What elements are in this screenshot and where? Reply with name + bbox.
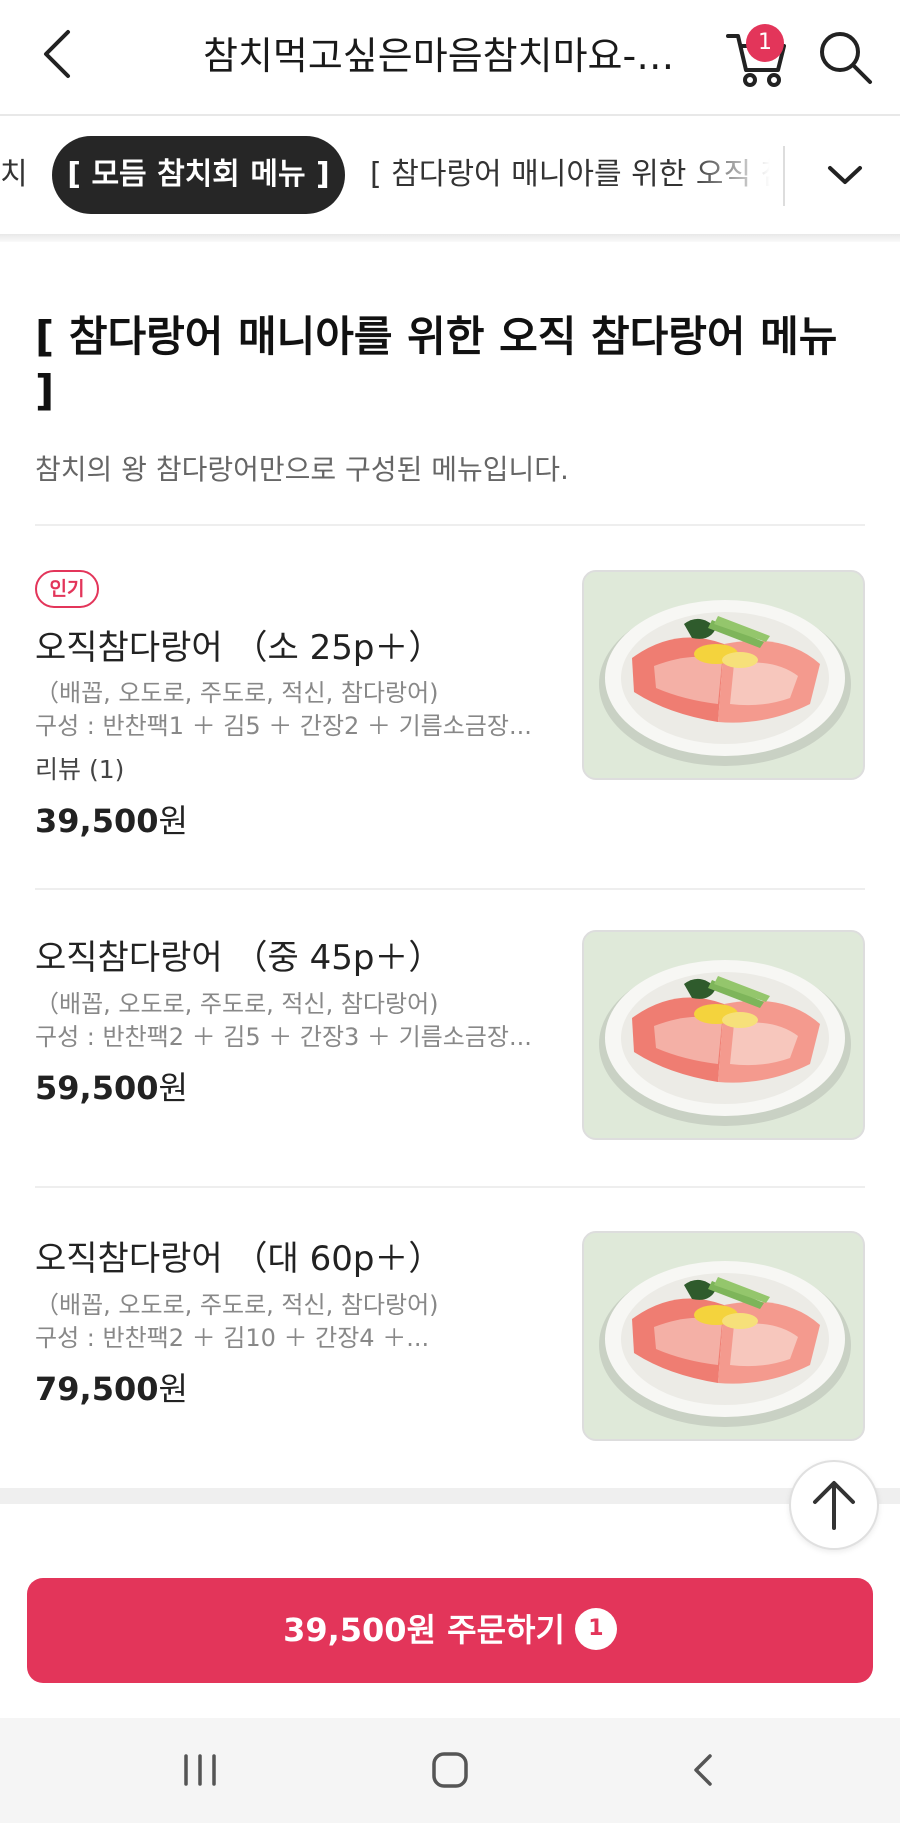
category-tab-bar: 치 [ 모듬 참치회 메뉴 ] [ 참다랑어 매니아를 위한 오직 참다랑어 메… xyxy=(0,118,900,236)
section-divider xyxy=(35,524,865,526)
menu-item[interactable]: 인기 오직참다랑어 （소 25p＋） （배꼽, 오도로, 주도로, 적신, 참다… xyxy=(0,570,900,870)
search-button[interactable] xyxy=(812,24,878,90)
menu-item-composition: 구성 : 반찬팩2 ＋ 김5 ＋ 간장3 ＋ 기름소금장... xyxy=(35,1023,532,1051)
system-navigation-bar xyxy=(0,1718,900,1823)
menu-item-price: 39,500원 xyxy=(35,796,188,842)
menu-item-name: 오직참다랑어 （소 25p＋） xyxy=(35,628,443,668)
menu-item-name: 오직참다랑어 （중 45p＋） xyxy=(35,938,443,978)
item-divider xyxy=(35,888,865,890)
order-count-badge: 1 xyxy=(574,1608,617,1650)
price-unit: 원 xyxy=(158,1069,188,1107)
recents-button[interactable] xyxy=(180,1748,220,1792)
menu-item-photo xyxy=(582,930,865,1140)
order-button-label: 39,500원 주문하기 xyxy=(283,1611,565,1649)
price-amount: 59,500 xyxy=(35,1069,159,1107)
search-icon xyxy=(820,32,872,84)
tab-bar-shadow xyxy=(0,234,900,242)
price-amount: 79,500 xyxy=(35,1370,159,1408)
tab-prev-category[interactable]: 치 xyxy=(0,136,28,214)
top-app-bar: 참치먹고싶은마음참치마요-오... 1 xyxy=(0,0,900,116)
price-unit: 원 xyxy=(158,1370,188,1408)
arrow-up-icon xyxy=(813,1481,855,1530)
recents-icon xyxy=(184,1754,216,1786)
price-unit: 원 xyxy=(158,802,188,840)
menu-item-price: 59,500원 xyxy=(35,1063,188,1109)
menu-item-composition: 구성 : 반찬팩1 ＋ 김5 ＋ 간장2 ＋ 기름소금장... xyxy=(35,712,532,740)
menu-item-price: 79,500원 xyxy=(35,1364,188,1410)
menu-item-parts: （배꼽, 오도로, 주도로, 적신, 참다랑어) xyxy=(35,990,439,1018)
chevron-left-icon xyxy=(44,30,70,78)
menu-item-review-count: 리뷰 (1) xyxy=(35,755,125,784)
section-title: [ 참다랑어 매니아를 위한 오직 참다랑어 메뉴 ] xyxy=(35,312,838,415)
tab-divider xyxy=(783,146,785,206)
menu-item-photo xyxy=(582,570,865,780)
order-button-content: 39,500원 주문하기 1 xyxy=(27,1578,873,1683)
order-button[interactable]: 39,500원 주문하기 1 xyxy=(27,1578,873,1683)
back-button[interactable] xyxy=(28,22,92,86)
tab-assorted-tuna[interactable]: [ 모듬 참치회 메뉴 ] xyxy=(52,136,345,214)
menu-item-parts: （배꼽, 오도로, 주도로, 적신, 참다랑어) xyxy=(35,679,439,707)
tuna-sashimi-plate-image xyxy=(584,572,863,778)
tuna-sashimi-plate-image xyxy=(584,1233,863,1439)
menu-item-name: 오직참다랑어 （대 60p＋） xyxy=(35,1239,443,1279)
expand-categories-button[interactable] xyxy=(812,142,878,208)
menu-item[interactable]: 오직참다랑어 （대 60p＋） （배꼽, 오도로, 주도로, 적신, 참다랑어)… xyxy=(0,1231,900,1481)
scroll-to-top-button[interactable] xyxy=(789,1460,879,1550)
price-amount: 39,500 xyxy=(35,802,159,840)
back-icon xyxy=(694,1754,712,1786)
store-title: 참치먹고싶은마음참치마요-오... xyxy=(203,34,703,78)
app-screen: 참치먹고싶은마음참치마요-오... 1 치 [ 모듬 참치회 메뉴 ] [ 참다… xyxy=(0,0,900,1823)
menu-item-photo xyxy=(582,1231,865,1441)
cart-count-badge: 1 xyxy=(746,24,784,62)
popular-badge: 인기 xyxy=(35,570,99,608)
menu-item-parts: （배꼽, 오도로, 주도로, 적신, 참다랑어) xyxy=(35,1291,439,1319)
system-back-button[interactable] xyxy=(684,1748,724,1792)
tuna-sashimi-plate-image xyxy=(584,932,863,1138)
section-description: 참치의 왕 참다랑어만으로 구성된 메뉴입니다. xyxy=(35,453,569,486)
item-divider xyxy=(35,1186,865,1188)
chevron-down-icon xyxy=(828,166,862,184)
tab-bluefin-only[interactable]: [ 참다랑어 매니아를 위한 오직 참다랑어 메뉴 ] xyxy=(370,136,770,214)
menu-item[interactable]: 오직참다랑어 （중 45p＋） （배꼽, 오도로, 주도로, 적신, 참다랑어)… xyxy=(0,930,900,1180)
home-icon xyxy=(432,1752,468,1788)
menu-item-composition: 구성 : 반찬팩2 ＋ 김10 ＋ 간장4 ＋... xyxy=(35,1324,430,1352)
home-button[interactable] xyxy=(428,1748,472,1792)
list-end-gap xyxy=(0,1488,900,1504)
